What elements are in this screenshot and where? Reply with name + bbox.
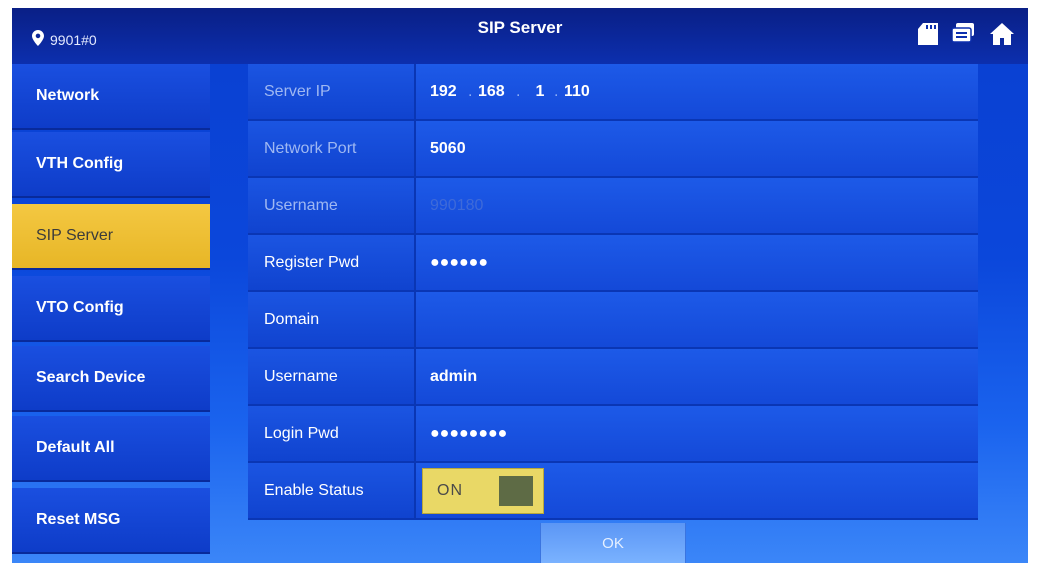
sidebar-item-default-all[interactable]: Default All xyxy=(12,416,210,482)
username-field[interactable]: admin xyxy=(418,349,978,404)
sip-settings-form: Server IP 192. 168. 1. 110 Network Port … xyxy=(248,64,978,520)
ip-octet-2[interactable]: 168 xyxy=(478,83,516,101)
home-icon[interactable] xyxy=(990,22,1014,46)
sidebar-item-label: Search Device xyxy=(36,369,146,386)
enable-status-label: Enable Status xyxy=(248,463,416,518)
username-sip-label: Username xyxy=(248,178,416,233)
username-sip-field: 990180 xyxy=(430,196,484,214)
register-pwd-label: Register Pwd xyxy=(248,235,416,290)
domain-field[interactable] xyxy=(418,292,978,347)
sidebar-item-vth-config[interactable]: VTH Config xyxy=(12,132,210,198)
network-port-field[interactable]: 5060 xyxy=(418,121,978,176)
ip-dot: . xyxy=(468,82,473,100)
sidebar: Network VTH Config SIP Server VTO Config… xyxy=(12,64,210,563)
network-port-label: Network Port xyxy=(248,121,416,176)
sidebar-item-sip-server[interactable]: SIP Server xyxy=(12,204,210,270)
login-pwd-field[interactable]: ●●●●●●●● xyxy=(418,406,978,461)
sidebar-item-label: VTH Config xyxy=(36,155,124,172)
username-label: Username xyxy=(248,349,416,404)
sidebar-item-label: Network xyxy=(36,87,100,104)
ip-octet-1[interactable]: 192 xyxy=(430,83,468,101)
row-server-ip: Server IP 192. 168. 1. 110 xyxy=(248,64,978,121)
register-pwd-field[interactable]: ●●●●●● xyxy=(418,235,978,290)
sidebar-item-reset-msg[interactable]: Reset MSG xyxy=(12,488,210,554)
top-bar: 9901#0 SIP Server xyxy=(12,8,1028,64)
sidebar-item-label: Default All xyxy=(36,439,115,456)
sd-card-icon[interactable] xyxy=(918,23,938,45)
sidebar-item-search-device[interactable]: Search Device xyxy=(12,346,210,412)
enable-status-cell: ON xyxy=(418,463,978,518)
row-username-sip: Username 990180 xyxy=(248,178,978,235)
toggle-knob[interactable] xyxy=(499,475,533,506)
ip-dot: . xyxy=(554,82,559,100)
server-ip-field[interactable]: 192. 168. 1. 110 xyxy=(418,64,978,119)
device-screen: 9901#0 SIP Server Network VTH Config SIP… xyxy=(12,8,1028,563)
server-ip-label: Server IP xyxy=(248,64,416,119)
page-title: SIP Server xyxy=(477,18,563,37)
messages-icon[interactable] xyxy=(952,23,976,45)
enable-status-toggle[interactable]: ON xyxy=(422,467,544,514)
row-login-pwd: Login Pwd ●●●●●●●● xyxy=(248,406,978,463)
toggle-state-text: ON xyxy=(437,481,463,499)
row-domain: Domain xyxy=(248,292,978,349)
ip-octet-3[interactable]: 1 xyxy=(526,83,554,101)
sidebar-item-label: Reset MSG xyxy=(36,511,121,528)
sidebar-item-vto-config[interactable]: VTO Config xyxy=(12,276,210,342)
sidebar-item-label: SIP Server xyxy=(36,227,114,244)
row-enable-status: Enable Status ON xyxy=(248,463,978,520)
sidebar-item-label: VTO Config xyxy=(36,299,124,316)
login-pwd-label: Login Pwd xyxy=(248,406,416,461)
domain-label: Domain xyxy=(248,292,416,347)
row-register-pwd: Register Pwd ●●●●●● xyxy=(248,235,978,292)
ok-button[interactable]: OK xyxy=(540,523,686,563)
ip-octet-4[interactable]: 110 xyxy=(564,83,602,101)
row-network-port: Network Port 5060 xyxy=(248,121,978,178)
sidebar-item-network[interactable]: Network xyxy=(12,64,210,130)
row-username: Username admin xyxy=(248,349,978,406)
ip-dot: . xyxy=(516,82,521,100)
